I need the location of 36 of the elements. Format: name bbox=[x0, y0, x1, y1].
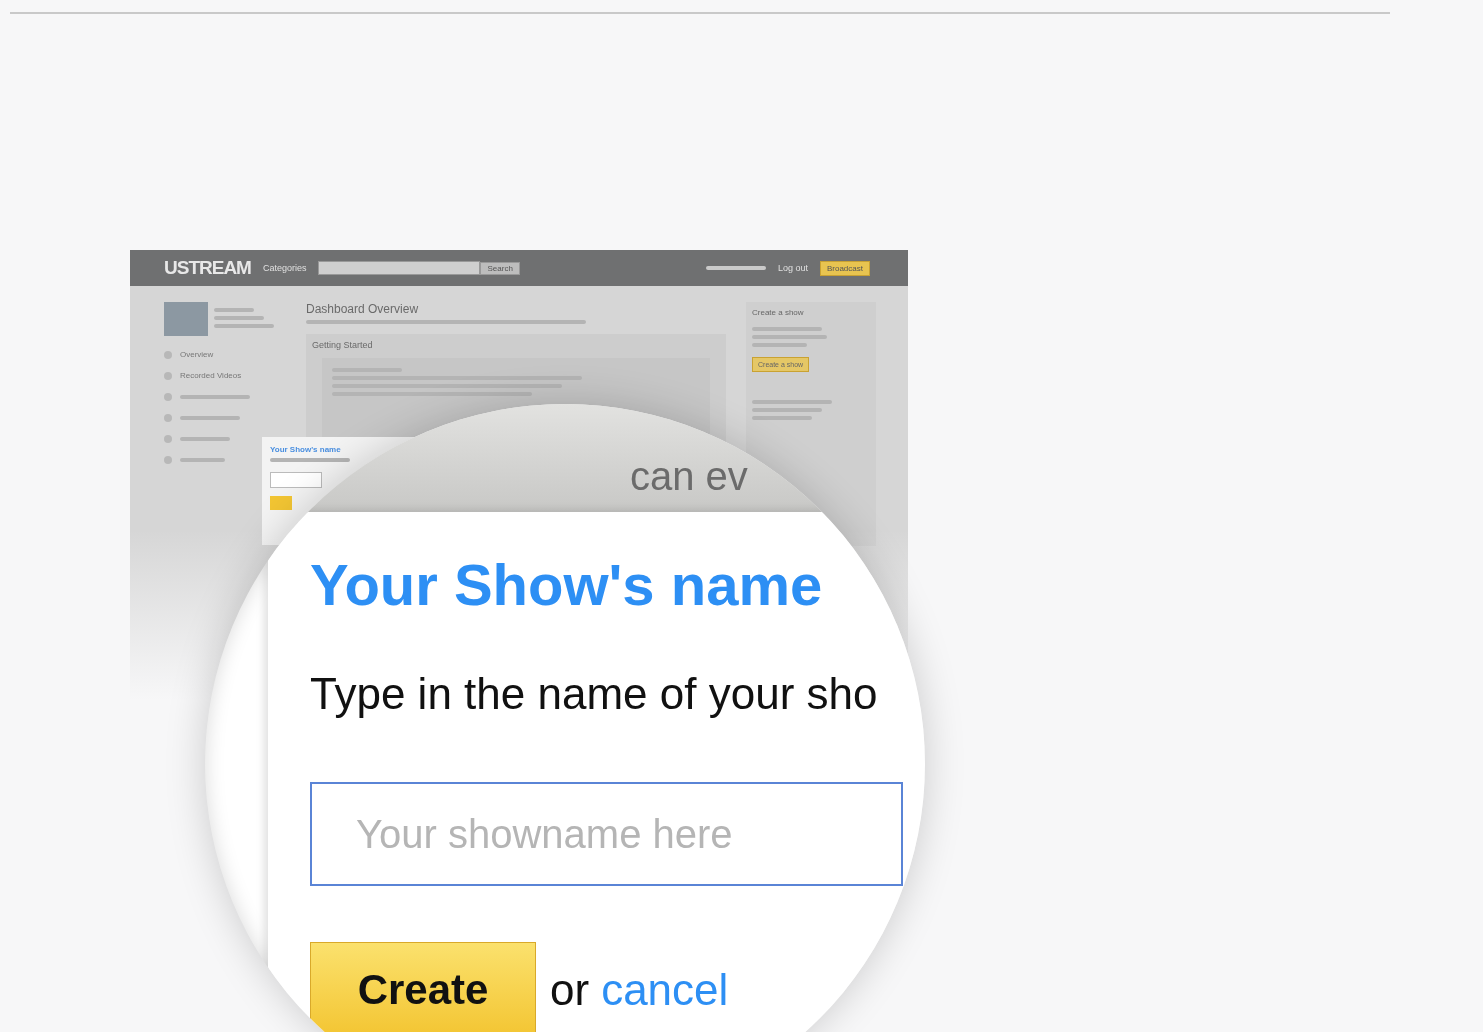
item-icon bbox=[164, 371, 172, 380]
nav-link[interactable]: Categories bbox=[262, 263, 307, 273]
section-title: Getting Started bbox=[312, 340, 374, 350]
text-line bbox=[705, 266, 766, 270]
dialog-title: Your Show's name bbox=[270, 445, 342, 454]
search-button[interactable]: Search bbox=[480, 261, 520, 275]
logo: USTREAM bbox=[164, 257, 251, 279]
text-line bbox=[180, 436, 230, 441]
text-line bbox=[180, 415, 240, 420]
broadcast-button[interactable]: Broadcast bbox=[819, 260, 870, 276]
dialog-title: Your Show's name bbox=[310, 551, 824, 619]
item-icon bbox=[164, 350, 172, 359]
item-icon bbox=[164, 392, 172, 401]
text-line bbox=[214, 324, 274, 328]
input-field[interactable]: Your showname here bbox=[310, 782, 903, 886]
sidebar-item[interactable]: Overview bbox=[180, 350, 214, 359]
cancel-link[interactable]: cancel bbox=[601, 965, 729, 1015]
input-field[interactable] bbox=[270, 472, 322, 488]
text-line bbox=[214, 316, 264, 320]
page-title: Dashboard Overview bbox=[306, 302, 420, 316]
create-button[interactable] bbox=[270, 496, 292, 510]
text-line bbox=[180, 394, 250, 399]
background-text: can ev bbox=[630, 454, 748, 498]
or-text: or bbox=[550, 965, 590, 1015]
dialog-prompt: Type in the name of your sho bbox=[310, 668, 879, 720]
avatar-placeholder bbox=[164, 302, 208, 336]
search-field[interactable] bbox=[318, 261, 481, 275]
sidebar-item[interactable]: Recorded Videos bbox=[180, 371, 242, 380]
text-line bbox=[180, 457, 225, 462]
panel-title: Create a show bbox=[752, 308, 805, 317]
logout-link[interactable]: Log out bbox=[777, 263, 808, 273]
item-icon bbox=[164, 455, 172, 464]
create-button[interactable]: Create bbox=[310, 942, 536, 1032]
item-icon bbox=[164, 413, 172, 422]
text-line bbox=[214, 308, 254, 312]
item-icon bbox=[164, 434, 172, 443]
